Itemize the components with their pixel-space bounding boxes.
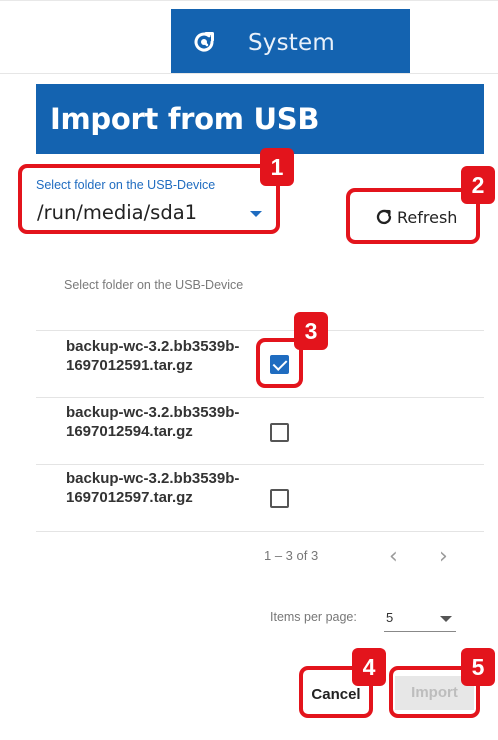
row-checkbox-2[interactable] [270, 423, 289, 442]
table-row-name: backup-wc-3.2.bb3539b-1697012591.tar.gz [66, 338, 240, 374]
folder-select[interactable]: Select folder on the USB-Device /run/med… [18, 164, 280, 234]
refresh-label: Refresh [397, 207, 458, 227]
top-bar: System [0, 0, 498, 74]
row-checkbox-3[interactable] [270, 489, 289, 508]
annotation-badge-4: 4 [352, 648, 386, 686]
refresh-icon [376, 209, 392, 225]
dialog-title-bar: Import from USB [36, 84, 484, 154]
refresh-button[interactable]: Refresh [374, 207, 457, 227]
cancel-button[interactable]: Cancel [303, 686, 369, 703]
folder-select-label: Select folder on the USB-Device [36, 178, 216, 192]
folder-select-value[interactable]: /run/media/sda1 [37, 201, 197, 224]
row-divider [36, 397, 484, 398]
previous-page-icon[interactable]: ‹ [389, 544, 398, 569]
annotation-badge-2: 2 [461, 166, 495, 204]
row-checkbox-1[interactable] [270, 355, 289, 374]
items-per-page-value: 5 [386, 610, 394, 625]
dropdown-arrow-icon[interactable] [250, 211, 262, 217]
next-page-icon[interactable]: › [439, 544, 448, 569]
annotation-badge-5: 5 [461, 648, 495, 686]
items-per-page-label: Items per page: [270, 610, 357, 624]
annotation-badge-3: 3 [294, 312, 328, 350]
items-per-page-select[interactable]: 5 [384, 604, 456, 632]
table-column-header: Select folder on the USB-Device [64, 278, 244, 292]
refresh-highlight: Refresh [346, 188, 480, 244]
row-divider [36, 330, 484, 331]
refresh-settings-icon [194, 32, 214, 52]
system-label: System [248, 30, 335, 56]
table-row-name: backup-wc-3.2.bb3539b-1697012594.tar.gz [66, 404, 240, 440]
row-divider [36, 531, 484, 532]
pagination-range: 1 – 3 of 3 [264, 548, 319, 563]
table-row-name: backup-wc-3.2.bb3539b-1697012597.tar.gz [66, 470, 240, 506]
dialog-title: Import from USB [50, 102, 320, 136]
annotation-badge-1: 1 [260, 148, 294, 186]
row-divider [36, 464, 484, 465]
system-menu-button[interactable]: System [171, 9, 410, 73]
dropdown-arrow-icon[interactable] [440, 616, 452, 622]
